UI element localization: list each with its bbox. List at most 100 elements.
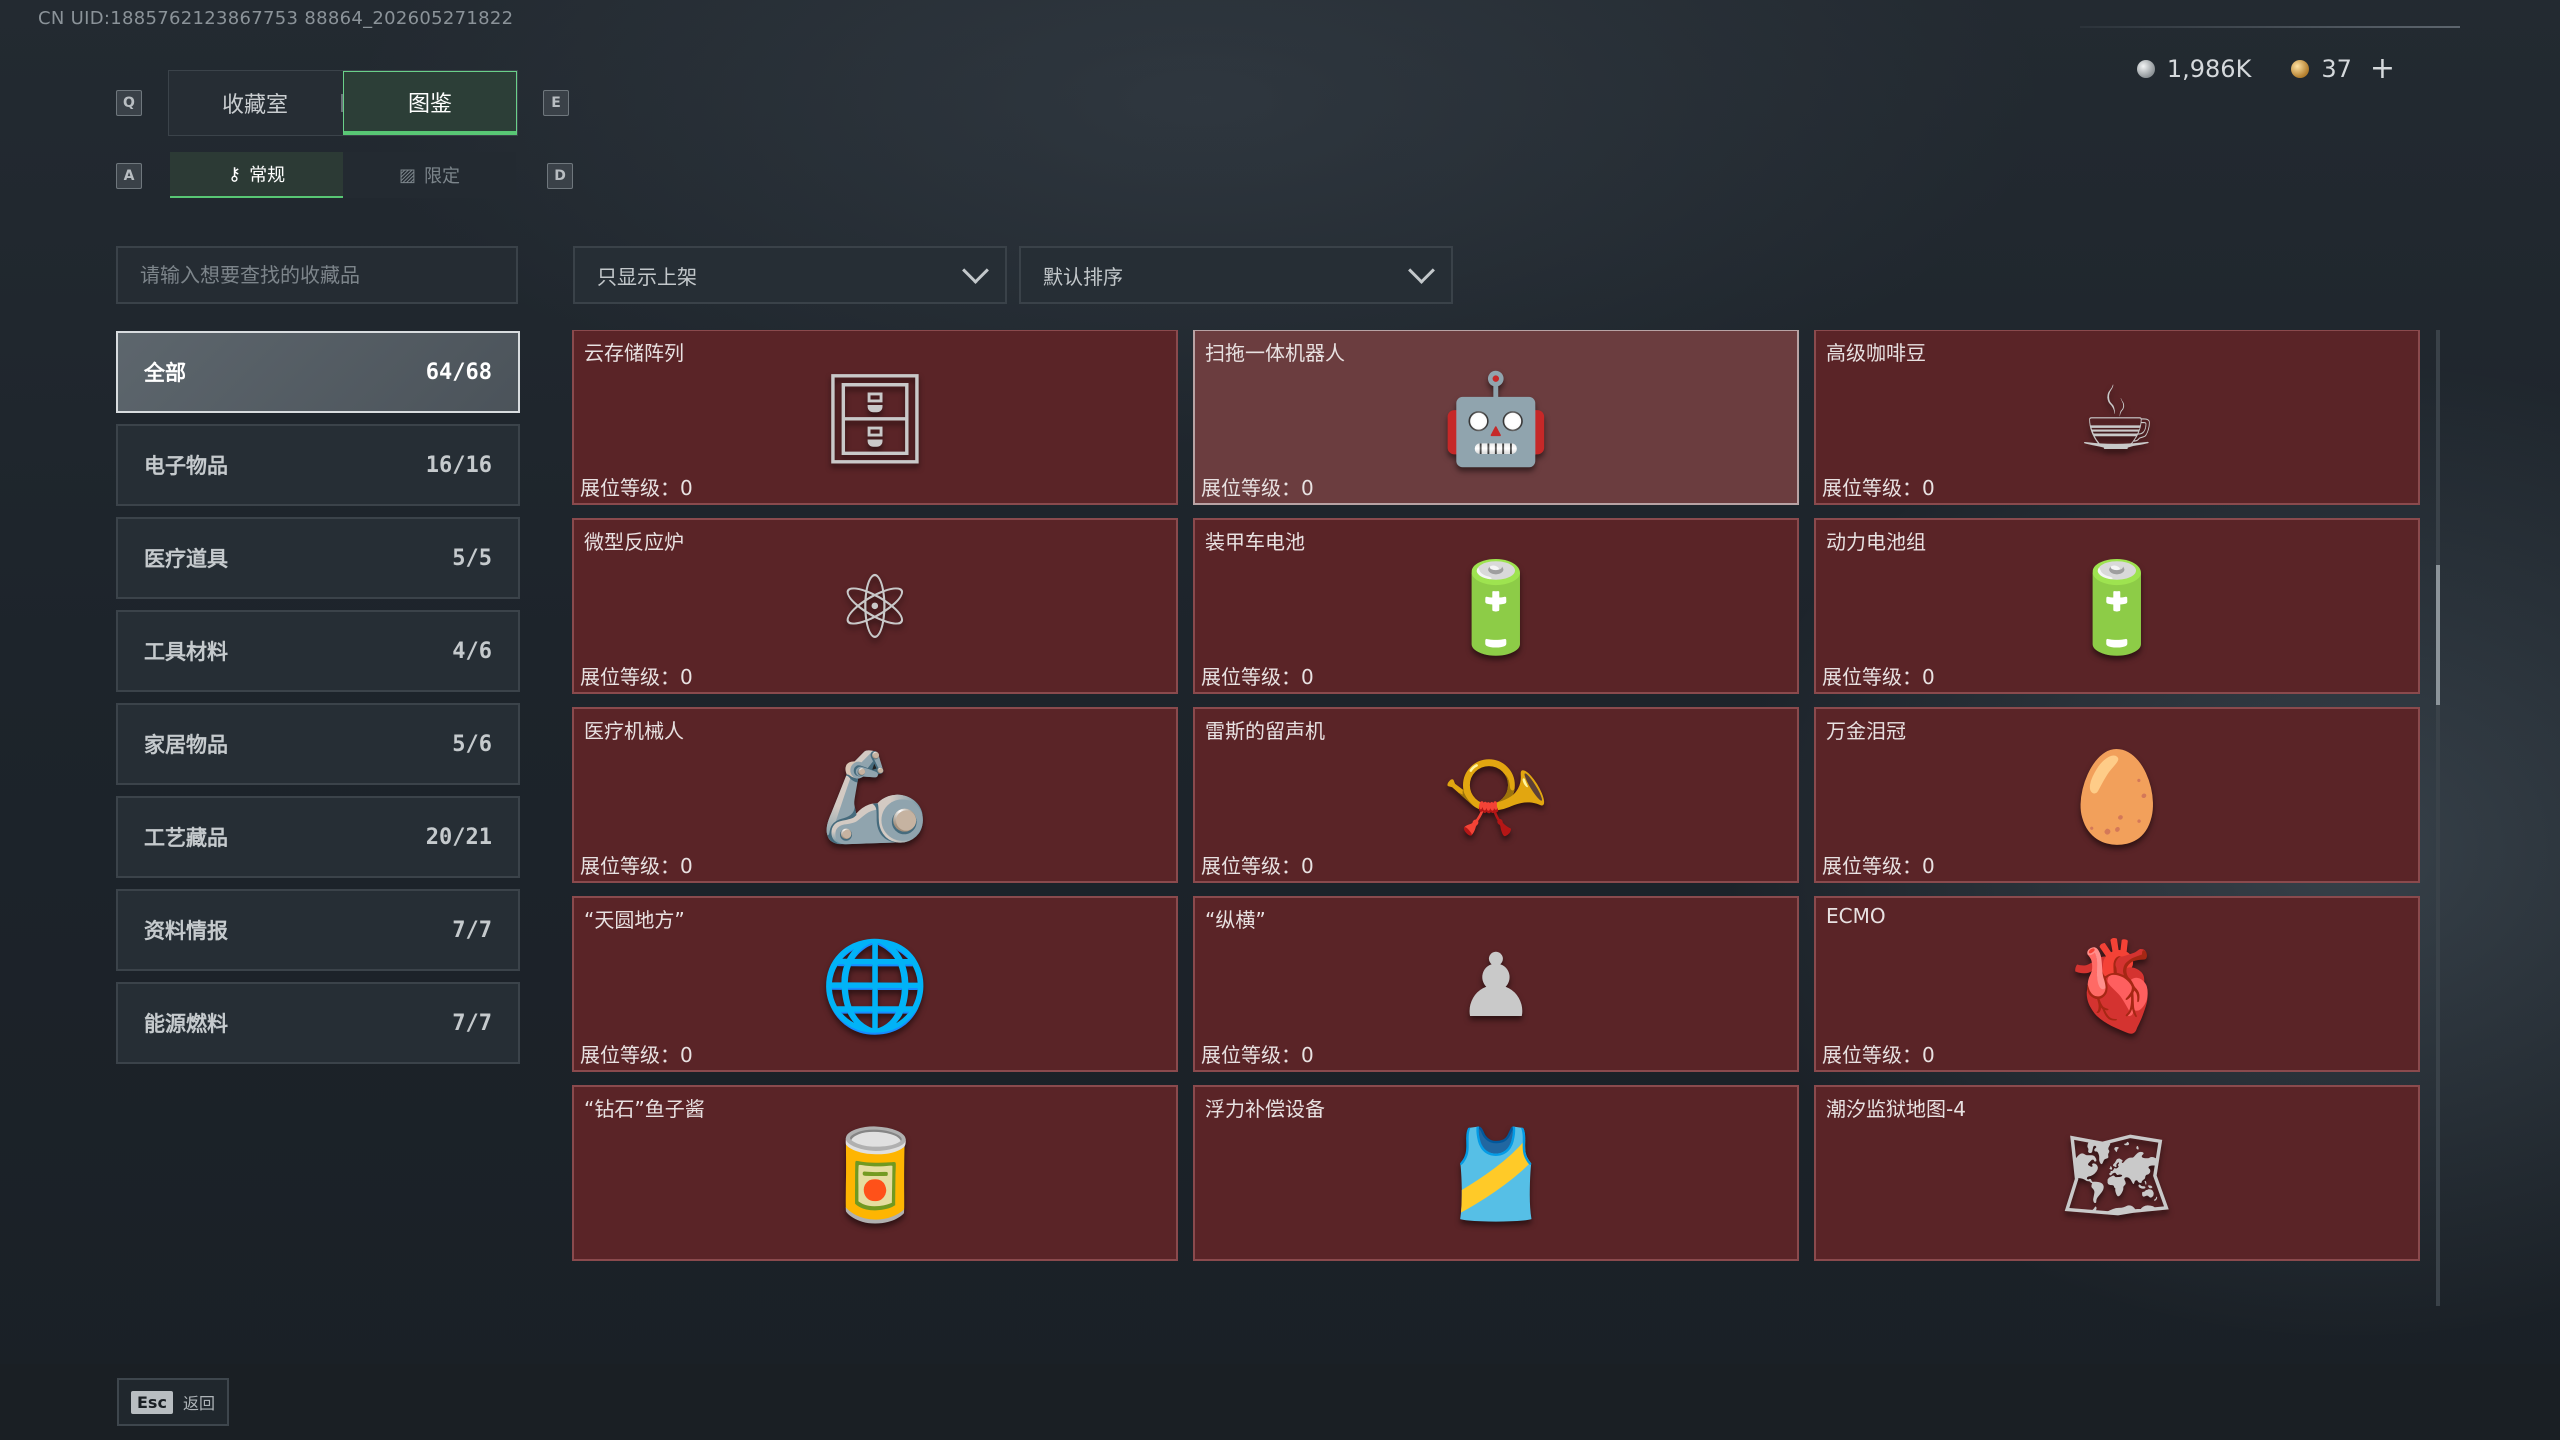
map-icon: 🗺 (2061, 1122, 2173, 1226)
category-label: 电子物品 (144, 454, 228, 478)
category-list: 全部 64/68 电子物品 16/16 医疗道具 5/5 工具材料 4/6 家居… (116, 331, 520, 1075)
medical-robot-icon: 🦾 (820, 744, 930, 848)
item-level-label: 展位等级： (580, 854, 680, 878)
collection-item-card[interactable]: 动力电池组 🔋 展位等级：0 (1814, 518, 2420, 694)
collection-item-card[interactable]: 高级咖啡豆 ☕ 展位等级：0 (1814, 330, 2420, 505)
collection-item-card[interactable]: 微型反应炉 ⚛ 展位等级：0 (572, 518, 1178, 694)
category-energy[interactable]: 能源燃料 7/7 (116, 982, 520, 1064)
prev-subtab-key-hint[interactable]: A (116, 163, 142, 189)
currency-display: 1,986K 37 + (2136, 54, 2395, 84)
battery-icon: 🔋 (1441, 555, 1551, 659)
item-level-label: 展位等级： (1201, 476, 1301, 500)
collection-item-card[interactable]: 医疗机械人 🦾 展位等级：0 (572, 707, 1178, 883)
category-count: 7/7 (452, 917, 492, 943)
buoyancy-device-icon: 🎽 (1441, 1122, 1551, 1226)
subtab-regular[interactable]: ⚷ 常规 (170, 152, 343, 198)
category-household[interactable]: 家居物品 5/6 (116, 703, 520, 785)
silver-amount: 1,986K (2166, 55, 2252, 83)
item-name: ECMO (1826, 904, 1886, 928)
back-label: 返回 (182, 1394, 215, 1413)
category-medical[interactable]: 医疗道具 5/5 (116, 517, 520, 599)
item-name: 云存储阵列 (584, 341, 684, 365)
item-level-value: 0 (1301, 1043, 1314, 1067)
key-icon: ⚷ (227, 163, 242, 185)
shelf-filter-value: 只显示上架 (597, 264, 697, 289)
category-label: 工具材料 (144, 640, 228, 664)
tab-codex[interactable]: 图鉴 (343, 71, 517, 135)
item-level-label: 展位等级： (1822, 1043, 1922, 1067)
collection-item-card[interactable]: 万金泪冠 🥚 展位等级：0 (1814, 707, 2420, 883)
item-level-value: 0 (1301, 854, 1314, 878)
back-button[interactable]: Esc 返回 (117, 1378, 229, 1426)
item-level-value: 0 (1922, 476, 1935, 500)
item-grid: ⛽展位等级：0🖥展位等级：0🧹展位等级：0云存储阵列🗄展位等级：0扫拖一体机器人… (572, 330, 2420, 1261)
esc-key-hint: Esc (131, 1390, 173, 1414)
item-level: 展位等级：0 (1201, 472, 1314, 501)
grid-scrollbar[interactable] (2436, 330, 2440, 1306)
item-level: 展位等级：0 (1201, 850, 1314, 879)
subtab-limited[interactable]: ▨ 限定 (343, 152, 516, 198)
category-label: 家居物品 (144, 733, 228, 757)
tab-collection-room[interactable]: 收藏室 (169, 71, 341, 135)
item-level-value: 0 (1922, 1043, 1935, 1067)
collection-item-card[interactable]: 雷斯的留声机 📯 展位等级：0 (1193, 707, 1799, 883)
item-name: 动力电池组 (1826, 530, 1926, 554)
collection-item-card[interactable]: 潮汐监狱地图-4 🗺 (1814, 1085, 2420, 1261)
collection-item-card[interactable]: “钻石”鱼子酱 🥫 (572, 1085, 1178, 1261)
scroll-thumb[interactable] (2436, 565, 2440, 705)
category-crafts[interactable]: 工艺藏品 20/21 (116, 796, 520, 878)
category-count: 5/5 (452, 545, 492, 571)
item-name: 装甲车电池 (1205, 530, 1305, 554)
item-level: 展位等级：0 (580, 850, 693, 879)
item-level-label: 展位等级： (1201, 1043, 1301, 1067)
item-name: 医疗机械人 (584, 719, 684, 743)
collection-screen: CN UID:1885762123867753 88864_2026052718… (0, 0, 2560, 1440)
category-count: 4/6 (452, 638, 492, 664)
item-name: 浮力补偿设备 (1205, 1097, 1325, 1121)
category-count: 20/21 (425, 824, 492, 850)
item-level: 展位等级：0 (1822, 850, 1935, 879)
item-name: 扫拖一体机器人 (1205, 341, 1345, 365)
item-level-value: 0 (680, 1043, 693, 1067)
collection-item-card[interactable]: “天圆地方” 🌐 展位等级：0 (572, 896, 1178, 1072)
add-currency-button[interactable]: + (2370, 54, 2395, 84)
search-input[interactable] (118, 262, 516, 288)
item-level: 展位等级：0 (1201, 1039, 1314, 1068)
collection-item-card[interactable]: 云存储阵列 🗄 展位等级：0 (572, 330, 1178, 505)
gramophone-icon: 📯 (1441, 744, 1551, 848)
footer-bar (0, 1364, 2560, 1440)
category-all[interactable]: 全部 64/68 (116, 331, 520, 413)
jeweled-egg-icon: 🥚 (2062, 744, 2172, 848)
item-level-label: 展位等级： (580, 1043, 680, 1067)
category-electronics[interactable]: 电子物品 16/16 (116, 424, 520, 506)
item-level-value: 0 (680, 854, 693, 878)
collection-item-card[interactable]: 扫拖一体机器人 🤖 展位等级：0 (1193, 330, 1799, 505)
collection-item-card[interactable]: 装甲车电池 🔋 展位等级：0 (1193, 518, 1799, 694)
category-intel[interactable]: 资料情报 7/7 (116, 889, 520, 971)
collection-item-card[interactable]: “纵横” ♟ 展位等级：0 (1193, 896, 1799, 1072)
item-level-label: 展位等级： (1201, 854, 1301, 878)
reactor-icon: ⚛ (835, 555, 915, 659)
sort-dropdown[interactable]: 默认排序 (1019, 246, 1453, 304)
next-subtab-key-hint[interactable]: D (547, 163, 573, 189)
caviar-tin-icon: 🥫 (820, 1122, 930, 1226)
shelf-filter-dropdown[interactable]: 只显示上架 (573, 246, 1007, 304)
collection-item-card[interactable]: ECMO 🫀 展位等级：0 (1814, 896, 2420, 1072)
next-tab-key-hint[interactable]: E (543, 90, 569, 116)
item-level: 展位等级：0 (1201, 661, 1314, 690)
image-icon: ▨ (398, 164, 416, 186)
item-name: “天圆地方” (584, 908, 685, 932)
collection-item-card[interactable]: 浮力补偿设备 🎽 (1193, 1085, 1799, 1261)
item-name: 雷斯的留声机 (1205, 719, 1325, 743)
category-label: 全部 (144, 361, 186, 385)
category-count: 16/16 (425, 452, 492, 478)
item-level-label: 展位等级： (1822, 665, 1922, 689)
gold-coin-icon (2291, 60, 2310, 78)
category-tools[interactable]: 工具材料 4/6 (116, 610, 520, 692)
category-count: 64/68 (425, 359, 492, 385)
category-label: 医疗道具 (144, 547, 228, 571)
item-name: 高级咖啡豆 (1826, 341, 1926, 365)
item-level: 展位等级：0 (580, 1039, 693, 1068)
item-level-label: 展位等级： (580, 476, 680, 500)
prev-tab-key-hint[interactable]: Q (116, 90, 142, 116)
